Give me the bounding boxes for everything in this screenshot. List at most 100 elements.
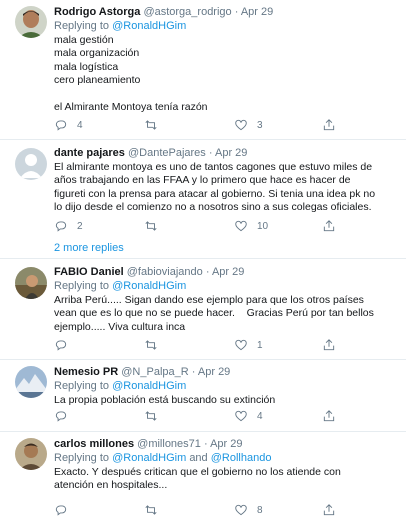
like-count: 8	[257, 504, 263, 516]
mention-link[interactable]: @RonaldHGim	[112, 280, 186, 292]
separator: ·	[208, 147, 213, 159]
tweet-actions: 4	[54, 409, 354, 425]
retweet-icon	[145, 120, 157, 130]
tweet-header: carlos millones @millones71 · Apr 29	[54, 437, 398, 451]
user-name[interactable]: carlos millones	[54, 438, 134, 450]
like-count: 3	[257, 119, 263, 131]
retweet-button[interactable]	[144, 503, 167, 517]
retweet-button[interactable]	[144, 338, 167, 352]
retweet-button[interactable]	[144, 409, 167, 423]
user-handle[interactable]: @astorga_rodrigo	[143, 6, 231, 18]
separator: ·	[234, 6, 239, 18]
reply-button[interactable]	[54, 503, 77, 517]
tweet-header: FABIO Daniel @fabioviajando · Apr 29	[54, 265, 398, 279]
retweet-button[interactable]	[144, 118, 167, 132]
reply-button[interactable]: 2	[54, 219, 83, 233]
user-name[interactable]: dante pajares	[54, 147, 125, 159]
like-button[interactable]: 4	[234, 409, 263, 423]
avatar[interactable]	[15, 366, 47, 398]
reply-icon	[55, 221, 67, 232]
user-handle[interactable]: @N_Palpa_R	[121, 366, 188, 378]
replying-to: Replying to @RonaldHGim	[54, 279, 398, 293]
retweet-icon	[145, 505, 157, 515]
tweet-text-line: lo dijo desde el comienzo no a nosotros …	[54, 201, 372, 214]
mention-link[interactable]: @RonaldHGim	[112, 452, 186, 464]
share-button[interactable]	[322, 503, 336, 517]
tweet-date[interactable]: Apr 29	[212, 266, 244, 278]
like-button[interactable]: 10	[234, 219, 268, 233]
mention-link[interactable]: @RonaldHGim	[112, 380, 186, 392]
reply-count: 2	[77, 220, 83, 232]
avatar[interactable]	[15, 148, 47, 180]
tweet[interactable]: dante pajares @DantePajares · Apr 29 El …	[0, 140, 406, 259]
user-handle[interactable]: @millones71	[137, 438, 201, 450]
reply-count: 4	[77, 119, 83, 131]
tweet-date[interactable]: Apr 29	[198, 366, 230, 378]
tweet-text: mala gestión mala organización mala logí…	[54, 34, 398, 114]
share-button[interactable]	[322, 409, 336, 423]
heart-icon	[235, 119, 247, 131]
more-replies-link[interactable]: 2 more replies	[54, 242, 124, 254]
user-name[interactable]: Rodrigo Astorga	[54, 6, 140, 18]
share-icon	[323, 339, 335, 351]
tweet-text-line: mala gestión	[54, 34, 114, 46]
like-count: 1	[257, 339, 263, 351]
tweet-text-line: atención en hospitales...	[54, 479, 168, 492]
replying-to: Replying to @RonaldHGim and @Rollhando	[54, 451, 398, 465]
tweet[interactable]: carlos millones @millones71 · Apr 29 Rep…	[0, 432, 406, 524]
tweet-text-line: La propia población está buscando su ext…	[54, 394, 276, 406]
tweet-text-line: Arriba Perú..... Sigan dando ese ejemplo…	[54, 294, 364, 306]
like-button[interactable]: 3	[234, 118, 263, 132]
reply-button[interactable]: 4	[54, 118, 83, 132]
retweet-icon	[145, 221, 157, 231]
tweet-text: La propia población está buscando su ext…	[54, 394, 398, 407]
tweet-text-line: el Almirante Montoya tenía razón	[54, 100, 208, 113]
tweet-text-line: años trabajando en las FFAA y lo primero…	[54, 174, 351, 187]
replying-to: Replying to @RonaldHGim	[54, 379, 398, 393]
retweet-button[interactable]	[144, 219, 167, 233]
and-label: and	[189, 452, 208, 464]
retweet-icon	[145, 340, 157, 350]
tweet[interactable]: Rodrigo Astorga @astorga_rodrigo · Apr 2…	[0, 0, 406, 140]
like-count: 4	[257, 410, 263, 422]
tweet-date[interactable]: Apr 29	[210, 438, 242, 450]
heart-icon	[235, 504, 247, 516]
user-handle[interactable]: @DantePajares	[128, 147, 206, 159]
avatar[interactable]	[15, 6, 47, 38]
share-button[interactable]	[322, 118, 336, 132]
tweet-text-line: mala logística	[54, 60, 119, 73]
replying-to-label: Replying to	[54, 380, 110, 392]
user-handle[interactable]: @fabioviajando	[127, 266, 203, 278]
replying-to-label: Replying to	[54, 20, 110, 32]
share-button[interactable]	[322, 219, 336, 233]
like-button[interactable]: 8	[234, 503, 263, 517]
heart-icon	[235, 339, 247, 351]
user-name[interactable]: Nemesio PR	[54, 366, 118, 378]
tweet-text-line: El almirante montoya es uno de tantos ca…	[54, 161, 373, 173]
tweet-actions: 2 10	[54, 219, 354, 235]
separator: ·	[205, 266, 210, 278]
tweet-text: Exacto. Y después critican que el gobier…	[54, 466, 398, 493]
tweet-text-line: Exacto. Y después critican que el gobier…	[54, 466, 341, 478]
mention-link[interactable]: @RonaldHGim	[112, 20, 186, 32]
reply-icon	[55, 505, 67, 516]
tweet[interactable]: FABIO Daniel @fabioviajando · Apr 29 Rep…	[0, 259, 406, 360]
tweet-actions: 8	[54, 503, 354, 519]
like-button[interactable]: 1	[234, 338, 263, 352]
tweet-date[interactable]: Apr 29	[241, 6, 273, 18]
reply-button[interactable]	[54, 338, 77, 352]
avatar[interactable]	[15, 438, 47, 470]
tweet-actions: 4 3	[54, 118, 354, 134]
user-name[interactable]: FABIO Daniel	[54, 266, 124, 278]
tweet-header: dante pajares @DantePajares · Apr 29	[54, 146, 398, 160]
tweet-date[interactable]: Apr 29	[215, 147, 247, 159]
reply-button[interactable]	[54, 409, 77, 423]
replying-to: Replying to @RonaldHGim	[54, 19, 398, 33]
avatar[interactable]	[15, 267, 47, 299]
tweet-actions: 1	[54, 338, 354, 354]
share-button[interactable]	[322, 338, 336, 352]
tweet[interactable]: Nemesio PR @N_Palpa_R · Apr 29 Replying …	[0, 360, 406, 432]
heart-icon	[235, 410, 247, 422]
mention-link[interactable]: @Rollhando	[211, 452, 272, 464]
share-icon	[323, 504, 335, 516]
